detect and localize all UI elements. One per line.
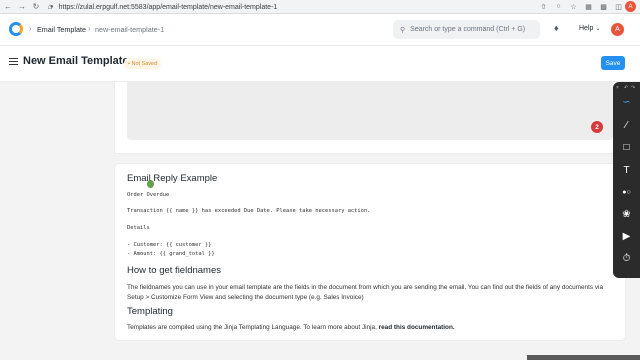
overlay-strip [527,355,640,360]
sidebar-toggle-icon[interactable] [9,58,18,65]
translate-icon[interactable]: ○ [553,1,564,12]
pen-tool-icon[interactable]: ∽ [618,94,635,111]
templating-paragraph: Templates are compiled using the Jinja T… [127,323,607,333]
template-editor-card [114,82,626,154]
example-line: - Customer: {{ customer }} [127,242,212,248]
fieldnames-paragraph: The fieldnames you can use in your email… [127,284,604,301]
reload-icon[interactable]: ↻ [30,1,42,13]
example-heading: Email Reply Example [127,173,218,184]
bookmark-star-icon[interactable]: ☆ [568,1,579,12]
notification-count-badge[interactable]: 2 [591,121,603,133]
help-dropdown[interactable]: Help ⌄ [579,25,600,32]
help-card: Email Reply Example Order Overdue Transa… [114,163,626,341]
example-line: Transaction {{ name }} has exceeded Due … [127,208,371,214]
app-logo-icon[interactable] [9,22,23,36]
page-title: New Email Template [23,55,129,67]
url-text: https://zulal.erpgulf.net:5583/app/email… [58,3,278,11]
rectangle-tool-icon[interactable]: □ [618,139,635,156]
chevron-down-icon: ⌄ [595,26,601,32]
annotation-toolbar: × ↶ ↷ ∽ ∕ □ T ●○ ❀ ▶ ⏱ [613,82,640,278]
user-avatar[interactable]: A [611,23,624,36]
redo-icon[interactable]: ↷ [631,85,636,91]
status-badge: • Not Saved [124,58,162,69]
response-editor[interactable] [127,82,613,140]
templating-heading: Templating [127,306,173,317]
chevron-right-icon: › [29,24,32,33]
templating-text: Templates are compiled using the Jinja T… [127,324,377,331]
app-navbar: › Email Template › new-email-template-1 … [0,14,640,46]
fieldnames-heading: How to get fieldnames [127,265,221,276]
breadcrumb-current-doc[interactable]: new-email-template-1 [95,25,164,34]
status-text: Not Saved [131,60,158,67]
help-label: Help [579,25,594,32]
notification-bell-icon[interactable]: ♦ [554,23,559,33]
undo-icon[interactable]: ↶ [624,85,629,91]
puzzle-icon[interactable]: ▩ [598,1,609,12]
back-icon[interactable]: ← [2,1,14,13]
sidebar-icon[interactable]: ◫ [613,1,624,12]
stroke-width-icon[interactable]: ●○ [618,184,635,201]
example-line: Order Overdue [127,192,170,198]
search-input[interactable]: ⚲ Search or type a command (Ctrl + G) [393,20,540,39]
page-head: New Email Template • Not Saved Save [0,46,640,82]
documentation-link[interactable]: read this documentation. [379,324,455,331]
mouse-cursor-icon [147,180,154,188]
example-line: - Amount: {{ grand_total }} [127,251,215,257]
forward-icon[interactable]: → [16,1,28,13]
search-placeholder: Search or type a command (Ctrl + G) [410,26,526,33]
search-icon: ⚲ [400,26,406,34]
breadcrumb-email-template[interactable]: Email Template [37,25,86,34]
timer-icon[interactable]: ⏱ [618,250,635,267]
close-icon[interactable]: × [616,85,621,91]
save-button[interactable]: Save [601,56,625,70]
example-line: Details [127,225,150,231]
lock-icon: ● [50,4,54,10]
chevron-right-icon: › [88,24,91,33]
play-icon[interactable]: ▶ [618,228,635,245]
share-icon[interactable]: ⇧ [538,1,549,12]
browser-toolbar: ← → ↻ ⌂ ● https://zulal.erpgulf.net:5583… [0,0,640,14]
text-tool-icon[interactable]: T [618,162,635,179]
line-tool-icon[interactable]: ∕ [618,117,635,134]
browser-profile-avatar[interactable]: A [625,1,636,12]
color-picker-icon[interactable]: ❀ [618,206,635,223]
address-bar[interactable]: ● https://zulal.erpgulf.net:5583/app/ema… [50,2,490,12]
extension-icon[interactable]: ▦ [583,1,594,12]
